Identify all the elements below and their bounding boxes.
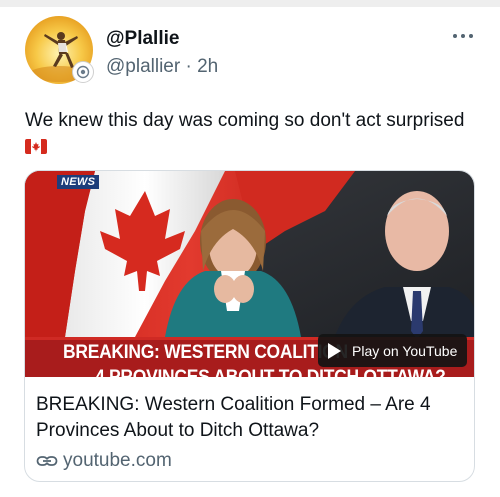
- timestamp[interactable]: 2h: [197, 56, 218, 77]
- link-icon: [36, 456, 58, 466]
- handle-and-time: @plallier · 2h: [106, 55, 218, 79]
- domain-text: youtube.com: [63, 450, 172, 471]
- handle[interactable]: @plallier: [106, 56, 180, 77]
- news-tag: NEWS: [57, 175, 100, 189]
- play-icon: [328, 342, 341, 359]
- display-name[interactable]: @Plallie: [106, 27, 179, 51]
- card-title[interactable]: BREAKING: Western Coalition Formed – Are…: [36, 392, 466, 444]
- separator: ·: [185, 56, 192, 77]
- thumbnail-headline-line2: 4 PROVINCES ABOUT TO DITCH OTTAWA?: [95, 367, 446, 377]
- thumbnail-headline-line1: BREAKING: WESTERN COALITION: [63, 342, 348, 363]
- canadian-flag-emoji: [25, 138, 47, 155]
- verified-badge-icon: [72, 61, 94, 83]
- card-domain[interactable]: youtube.com: [36, 449, 172, 473]
- tweet-text: We knew this day was coming so don't act…: [25, 110, 465, 131]
- more-horizontal-icon[interactable]: [448, 26, 478, 46]
- play-on-youtube-button[interactable]: Play on YouTube: [318, 334, 467, 367]
- link-preview-card[interactable]: NEWS BREAKING: WESTERN COALITION 4 PROVI…: [24, 170, 475, 482]
- top-divider: [0, 0, 500, 7]
- video-thumbnail[interactable]: NEWS BREAKING: WESTERN COALITION 4 PROVI…: [25, 171, 474, 377]
- play-on-youtube-label: Play on YouTube: [352, 342, 458, 359]
